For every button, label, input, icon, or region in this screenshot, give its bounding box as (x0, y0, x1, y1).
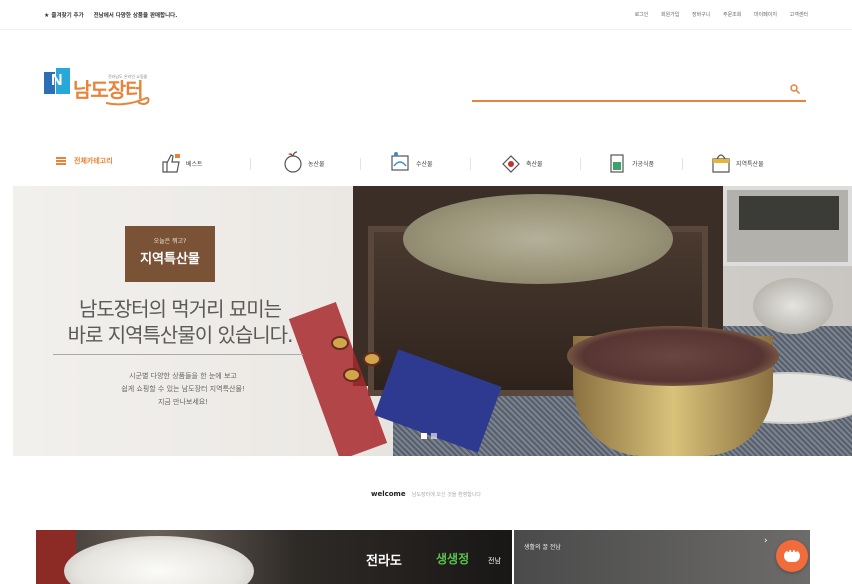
login-link[interactable]: 로그인 (635, 12, 649, 18)
favorite-link[interactable]: 즐겨찾기 추가 (44, 13, 84, 19)
welcome-title: welcome (370, 490, 406, 498)
promo-text-3: 전남 (488, 557, 501, 565)
banner-side-dish (723, 186, 852, 266)
banner-dot-1[interactable] (421, 433, 427, 439)
banner-bead (331, 336, 349, 350)
banner-tag-small: 오늘은 뭐고? (153, 238, 187, 245)
all-categories-label: 전체카테고리 (74, 157, 113, 165)
site-logo[interactable]: N 남도장터 전라남도 온라인 쇼핑몰 (44, 68, 162, 112)
chat-icon (784, 547, 800, 562)
banner-headline-line: 바로 지역특산물이 있습니다. (67, 323, 294, 347)
top-utility-bar: 즐겨찾기 추가 전남에서 다양한 상품을 판매합니다. 로그인 회원가입 장바구… (0, 0, 852, 30)
banner-spoon (753, 278, 833, 334)
logo-swoosh-icon (105, 97, 150, 106)
nav-item-label: 베스트 (186, 161, 203, 168)
chat-button[interactable] (776, 540, 808, 572)
banner-desc-line: 쉽게 쇼핑할 수 있는 남도장터 지역특산물! (121, 385, 245, 393)
banner-bead (363, 352, 381, 366)
promo-text-1: 전라도 (366, 554, 402, 569)
nav-item-label: 지역특산물 (736, 161, 764, 168)
all-categories-button[interactable]: 전체카테고리 (56, 156, 113, 166)
nav-divider (682, 158, 683, 170)
mypage-link[interactable]: 마이페이지 (754, 12, 777, 18)
category-nav: 전체카테고리 베스트 농산물 수산물 축산물 가공식품 지역특산물 (44, 150, 808, 180)
nav-item-label: 수산물 (416, 161, 433, 168)
nav-divider (250, 158, 251, 170)
banner-desc-line: 시군별 다양한 상품들을 한 눈에 보고 (129, 372, 237, 380)
promo-rice (64, 536, 254, 584)
meat-icon (502, 155, 520, 173)
promo-banner-rice[interactable]: 전라도 생생정 전남 (36, 530, 512, 584)
banner-divider (53, 354, 303, 355)
welcome-subtitle: 남도장터에 오신 것을 환영합니다 (411, 492, 482, 498)
customer-center-link[interactable]: 고객센터 (790, 12, 808, 18)
topbar-left: 즐겨찾기 추가 전남에서 다양한 상품을 판매합니다. (44, 11, 185, 19)
banner-grain (403, 194, 673, 284)
banner-headline-line: 남도장터의 먹거리 묘미는 (78, 297, 282, 321)
nav-divider (360, 158, 361, 170)
order-link[interactable]: 주문조회 (723, 12, 741, 18)
menu-icon (56, 157, 66, 165)
chevron-right-icon: › (764, 536, 768, 546)
banner-dot-2[interactable] (431, 433, 437, 439)
banner-pagination (421, 424, 441, 443)
jar-icon (610, 154, 624, 173)
main-banner[interactable]: 오늘은 뭐고? 지역특산물 남도장터의 먹거리 묘미는 바로 지역특산물이 있습… (13, 186, 852, 456)
banner-bead (343, 368, 361, 382)
banner-tag: 오늘은 뭐고? 지역특산물 (125, 226, 215, 282)
banner-tag-big: 지역특산물 (140, 252, 200, 267)
thumbs-up-icon (162, 154, 180, 173)
search-input[interactable] (472, 80, 772, 101)
search-icon[interactable] (790, 84, 800, 94)
welcome-message: 전남에서 다양한 상품을 판매합니다. (93, 13, 178, 19)
nav-divider (470, 158, 471, 170)
cart-link[interactable]: 장바구니 (692, 12, 710, 18)
nav-item-label: 농산물 (308, 161, 325, 168)
topbar-links: 로그인 회원가입 장바구니 주문조회 마이페이지 고객센터 (624, 11, 808, 18)
join-link[interactable]: 회원가입 (661, 12, 679, 18)
promo-banner-honey[interactable]: 생활의 꿀 전남 › (514, 530, 810, 584)
promo-text-2: 생생정 (436, 552, 470, 566)
nav-divider (580, 158, 581, 170)
promo-title: 생활의 꿀 전남 (524, 544, 561, 551)
search-bar (472, 78, 806, 102)
banner-description: 시군별 다양한 상품들을 한 눈에 보고 쉽게 쇼핑할 수 있는 남도장터 지역… (63, 370, 303, 409)
fish-icon (391, 152, 409, 171)
nav-item-label: 축산물 (526, 161, 543, 168)
logo-mark-icon: N (44, 68, 70, 94)
welcome-heading: welcome 남도장터에 오신 것을 환영합니다 (0, 490, 852, 498)
banner-headline: 남도장터의 먹거리 묘미는 바로 지역특산물이 있습니다. (45, 296, 315, 348)
gift-bag-icon (712, 154, 730, 173)
nav-item-label: 가공식품 (632, 161, 655, 168)
logo-tagline: 전라남도 온라인 쇼핑몰 (108, 74, 148, 79)
banner-desc-line: 지금 만나보세요! (157, 398, 209, 406)
banner-bowl-rice (567, 326, 779, 386)
apple-icon (284, 151, 302, 173)
